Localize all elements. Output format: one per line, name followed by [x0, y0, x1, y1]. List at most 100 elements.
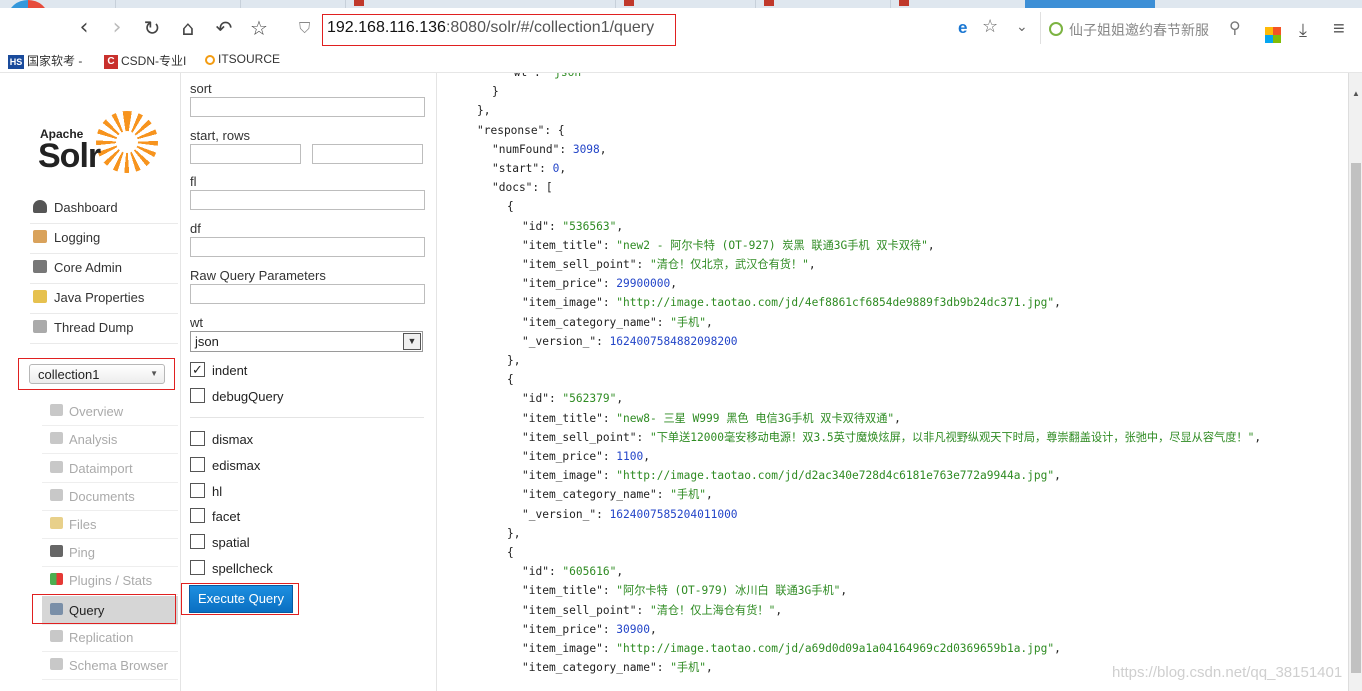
core-item-analysis[interactable]: Analysis — [42, 425, 178, 454]
core-selector[interactable]: collection1 ▼ — [29, 364, 165, 384]
json-token: , — [706, 488, 713, 502]
response-panel: "wt": "json"}},"response": {"numFound": … — [436, 73, 1349, 691]
browser-tab[interactable] — [755, 0, 886, 8]
browser-tab[interactable] — [615, 0, 746, 8]
nav-item-label: Java Properties — [54, 290, 145, 305]
json-line: { — [507, 370, 514, 389]
tab-favicon-icon — [624, 0, 634, 6]
apps-grid-icon[interactable] — [1265, 27, 1281, 43]
json-token: "item_image": — [522, 469, 617, 483]
json-token: , — [894, 411, 901, 425]
nav-item-thread-dump[interactable]: Thread Dump — [30, 313, 178, 344]
start-input[interactable] — [190, 144, 301, 164]
json-string: "清仓！仅北京，武汉仓有货！" — [649, 258, 809, 271]
nav-item-logging[interactable]: Logging — [30, 223, 178, 254]
core-item-label: Dataimport — [69, 461, 133, 476]
nav-item-label: Logging — [54, 230, 101, 245]
thread-dump-icon — [33, 320, 47, 333]
checkbox-box[interactable] — [190, 560, 205, 575]
nav-item-label: Thread Dump — [54, 320, 134, 335]
menu-icon[interactable]: ≡ — [1333, 18, 1345, 41]
checkbox-box[interactable] — [190, 483, 205, 498]
download-icon[interactable]: ⤓ — [1299, 20, 1307, 41]
back-icon[interactable]: ‹ — [70, 14, 98, 42]
checkbox-box[interactable] — [190, 534, 205, 549]
security-shield-icon: ⛉ — [299, 20, 311, 37]
reload-icon[interactable]: ↻ — [138, 14, 166, 42]
execute-query-button[interactable]: Execute Query — [189, 585, 293, 613]
json-line: "numFound": 3098, — [492, 140, 607, 159]
bookmark-star-icon[interactable]: ☆ — [982, 16, 998, 37]
tab-favicon-icon — [354, 0, 364, 6]
browser-tab-active[interactable] — [1025, 0, 1155, 8]
core-item-plugins-stats[interactable]: Plugins / Stats — [42, 566, 178, 595]
json-token: "wt": — [507, 73, 547, 79]
bookmark-item[interactable]: ITSOURCE — [205, 52, 280, 66]
checkbox-box[interactable]: ✓ — [190, 362, 205, 377]
json-token: "item_price": — [522, 277, 617, 291]
undo-close-tab-icon[interactable]: ↶ — [210, 14, 238, 42]
json-token: "item_price": — [522, 622, 617, 636]
nav-item-dashboard[interactable]: Dashboard — [30, 193, 178, 224]
json-line: "start": 0, — [492, 159, 566, 178]
browser-tab[interactable] — [240, 0, 341, 8]
checkbox-box[interactable] — [190, 388, 205, 403]
browser-tab[interactable] — [115, 0, 236, 8]
json-string: "605616" — [562, 565, 617, 579]
checkbox-box[interactable] — [190, 508, 205, 523]
json-token: , — [706, 315, 713, 329]
scrollbar-thumb[interactable] — [1351, 163, 1361, 673]
core-item-schema-browser[interactable]: Schema Browser — [42, 651, 178, 680]
forward-icon[interactable]: › — [103, 14, 131, 42]
core-item-files[interactable]: Files — [42, 510, 178, 539]
json-line: "id": "536563", — [522, 217, 623, 236]
json-line: "id": "562379", — [522, 389, 623, 408]
browser-tab[interactable] — [890, 0, 1021, 8]
bookmark-favicon-icon: C — [104, 54, 118, 69]
nav-item-java-properties[interactable]: Java Properties — [30, 283, 178, 314]
core-item-ping[interactable]: Ping — [42, 538, 178, 567]
url-text[interactable]: 192.168.116.136:8080/solr/#/collection1/… — [327, 19, 654, 37]
scrollbar[interactable]: ▲ — [1348, 73, 1362, 691]
home-icon[interactable]: ⌂ — [174, 14, 202, 42]
browser-tab[interactable] — [345, 0, 486, 8]
address-bar[interactable]: ⛉ 192.168.116.136:8080/solr/#/collection… — [290, 12, 1030, 46]
core-item-label: Overview — [69, 404, 124, 419]
core-item-replication[interactable]: Replication — [42, 623, 178, 652]
solr-logo[interactable]: Apache Solr — [38, 111, 168, 181]
json-line: "item_category_name": "手机", — [522, 313, 713, 332]
df-input[interactable] — [190, 237, 425, 257]
checkbox-label: edismax — [212, 458, 261, 473]
bookmark-item[interactable]: C CSDN-专业I — [104, 52, 186, 69]
fl-input[interactable] — [190, 190, 425, 210]
json-string: "536563" — [562, 219, 617, 233]
scroll-up-icon[interactable]: ▲ — [1352, 89, 1360, 98]
search-icon[interactable]: ⚲ — [1229, 18, 1241, 38]
search-box[interactable]: 仙子姐姐邀约春节新服 ⚲ — [1040, 12, 1253, 44]
wt-select-value: json — [195, 334, 219, 349]
json-token: "item_title": — [522, 238, 617, 252]
raw-query-input[interactable] — [190, 284, 425, 304]
bookmark-item[interactable]: HS 国家软考 - — [8, 52, 82, 69]
json-line: } — [492, 82, 499, 101]
checkbox-box[interactable] — [190, 457, 205, 472]
solr-sidebar: Apache Solr Dashboard Logging Core Admin… — [0, 73, 181, 691]
java-icon — [33, 290, 47, 303]
json-token: { — [507, 200, 514, 214]
core-item-documents[interactable]: Documents — [42, 482, 178, 511]
favorites-star-icon[interactable]: ☆ — [245, 14, 273, 42]
core-item-dataimport[interactable]: Dataimport — [42, 454, 178, 483]
nav-item-core-admin[interactable]: Core Admin — [30, 253, 178, 284]
checkbox-box[interactable] — [190, 431, 205, 446]
ie-mode-icon[interactable]: e — [958, 18, 967, 38]
chevron-down-icon[interactable]: ⌄ — [1016, 18, 1028, 35]
dashboard-icon — [33, 200, 47, 213]
json-string: "new2 - 阿尔卡特 (OT-927) 炭黑 联通3G手机 双卡双待" — [616, 238, 928, 252]
raw-query-label: Raw Query Parameters — [190, 268, 326, 283]
json-token: , — [840, 584, 848, 598]
core-item-overview[interactable]: Overview — [42, 397, 178, 426]
sort-input[interactable] — [190, 97, 425, 117]
wt-select[interactable]: json ▼ — [190, 331, 423, 352]
search-input[interactable]: 仙子姐姐邀约春节新服 — [1069, 20, 1209, 40]
rows-input[interactable] — [312, 144, 423, 164]
